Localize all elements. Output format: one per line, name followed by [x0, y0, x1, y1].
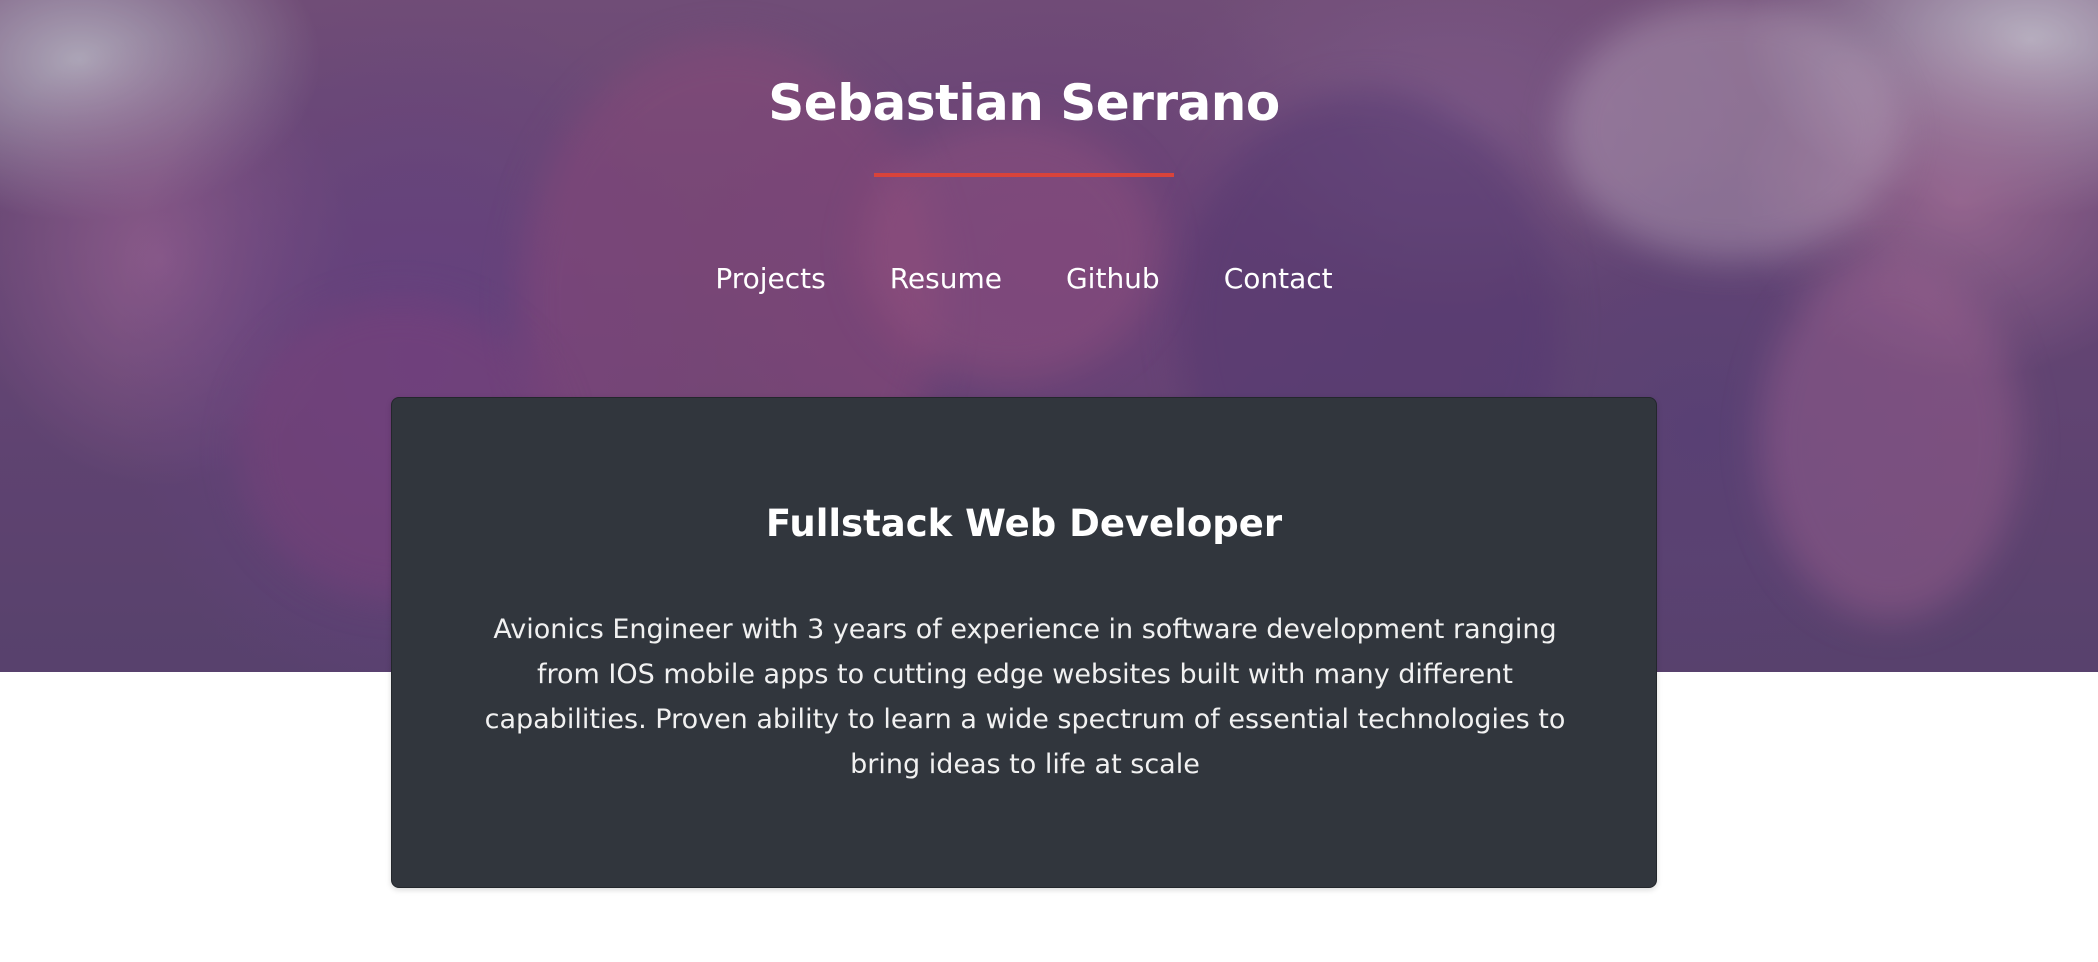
main-nav: Projects Resume Github Contact — [0, 262, 2048, 295]
site-title: Sebastian Serrano — [768, 74, 1280, 132]
intro-card-description: Avionics Engineer with 3 years of experi… — [484, 614, 1566, 780]
intro-card-title: Fullstack Web Developer — [765, 502, 1283, 545]
title-underline — [874, 173, 1174, 177]
nav-link-contact[interactable]: Contact — [1224, 262, 1333, 295]
intro-card: Fullstack Web Developer Avionics Enginee… — [391, 397, 1657, 888]
page: Sebastian Serrano Projects Resume Github… — [0, 0, 2098, 962]
nav-link-projects[interactable]: Projects — [715, 262, 825, 295]
nav-link-github[interactable]: Github — [1066, 262, 1160, 295]
nav-link-resume[interactable]: Resume — [890, 262, 1002, 295]
